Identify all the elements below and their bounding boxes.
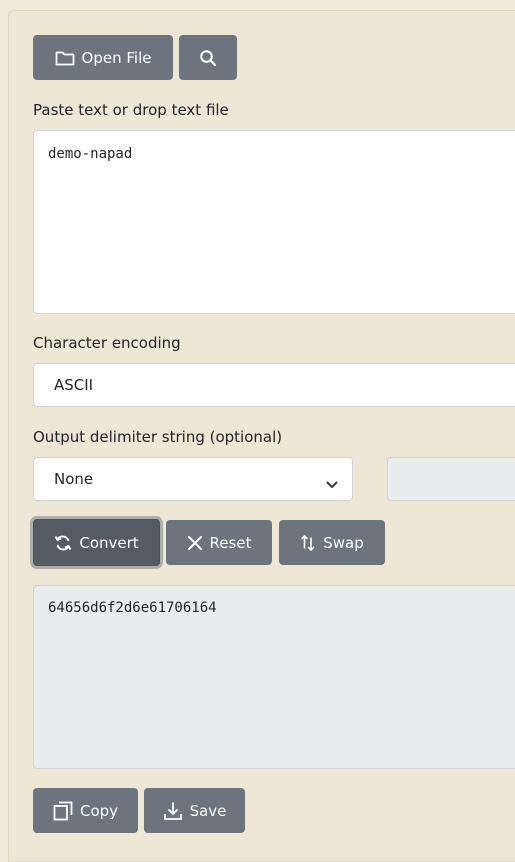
input-label: Paste text or drop text file [33, 101, 229, 119]
copy-button[interactable]: Copy [33, 788, 138, 833]
output-text: 64656d6f2d6e61706164 [48, 600, 217, 616]
delimiter-select[interactable]: None [33, 457, 353, 501]
swap-button[interactable]: Swap [279, 520, 385, 565]
delimiter-custom-input[interactable] [387, 457, 515, 501]
folder-icon [55, 50, 75, 66]
save-button[interactable]: Save [144, 788, 245, 833]
close-icon [187, 535, 203, 551]
copy-icon [53, 801, 73, 821]
search-button[interactable] [179, 35, 237, 80]
open-file-button[interactable]: Open File [33, 35, 173, 80]
convert-label: Convert [79, 533, 139, 552]
output-textarea[interactable]: 64656d6f2d6e61706164 [33, 585, 515, 769]
delimiter-selected: None [54, 470, 94, 488]
input-text: demo-napad [48, 146, 133, 162]
open-file-label: Open File [81, 48, 152, 67]
input-textarea[interactable]: demo-napad [33, 130, 515, 314]
save-label: Save [189, 801, 227, 820]
encoding-value: ASCII [54, 376, 94, 394]
reset-button[interactable]: Reset [166, 520, 272, 565]
swap-arrows-icon [300, 534, 316, 552]
reset-label: Reset [209, 533, 252, 552]
search-icon [199, 49, 217, 67]
chevron-down-icon [326, 474, 338, 493]
encoding-label: Character encoding [33, 334, 181, 352]
refresh-icon [54, 534, 72, 552]
swap-label: Swap [323, 533, 364, 552]
delimiter-label: Output delimiter string (optional) [33, 428, 283, 446]
copy-label: Copy [79, 801, 119, 820]
convert-button[interactable]: Convert [33, 519, 160, 566]
download-icon [163, 801, 183, 821]
encoding-field[interactable]: ASCII [33, 363, 515, 407]
